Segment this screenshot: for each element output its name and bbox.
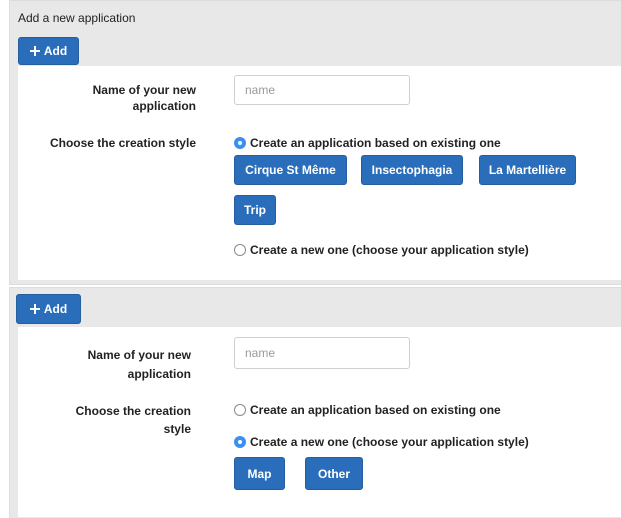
radio-new[interactable]: Create a new one (choose your applicatio…	[234, 435, 529, 449]
radio-existing-label: Create an application based on existing …	[250, 403, 501, 417]
panel-1-title: Add a new application	[18, 11, 136, 25]
name-label: Name of your new application	[92, 83, 196, 113]
name-input[interactable]	[234, 75, 410, 105]
radio-existing[interactable]: Create an application based on existing …	[234, 403, 501, 417]
radio-new[interactable]: Create a new one (choose your applicatio…	[234, 243, 529, 257]
add-button-label: Add	[43, 302, 68, 316]
style-button-map[interactable]: Map	[234, 457, 285, 490]
creation-style-label: Choose the creation style	[49, 136, 196, 150]
style-button-other[interactable]: Other	[305, 457, 363, 490]
app-button-cirque[interactable]: Cirque St Même	[234, 155, 347, 185]
creation-style-label: Choose the creation style	[75, 404, 191, 436]
radio-new-label: Create a new one (choose your applicatio…	[250, 435, 529, 449]
app-button-martelliere[interactable]: La Martellière	[479, 155, 576, 185]
name-label: Name of your new application	[87, 348, 191, 381]
radio-checked-icon	[234, 436, 246, 448]
name-input[interactable]	[234, 337, 410, 369]
radio-existing-label: Create an application based on existing …	[250, 136, 501, 150]
radio-existing[interactable]: Create an application based on existing …	[234, 136, 501, 150]
add-button-label: Add	[43, 44, 68, 58]
radio-unchecked-icon	[234, 244, 246, 256]
plus-icon	[29, 304, 40, 314]
add-button[interactable]: Add	[16, 294, 81, 324]
radio-new-label: Create a new one (choose your applicatio…	[250, 243, 529, 257]
radio-unchecked-icon	[234, 404, 246, 416]
plus-icon	[29, 46, 40, 56]
add-button[interactable]: Add	[18, 37, 79, 65]
radio-checked-icon	[234, 137, 246, 149]
app-button-trip[interactable]: Trip	[234, 195, 276, 225]
app-button-insectophagia[interactable]: Insectophagia	[361, 155, 463, 185]
